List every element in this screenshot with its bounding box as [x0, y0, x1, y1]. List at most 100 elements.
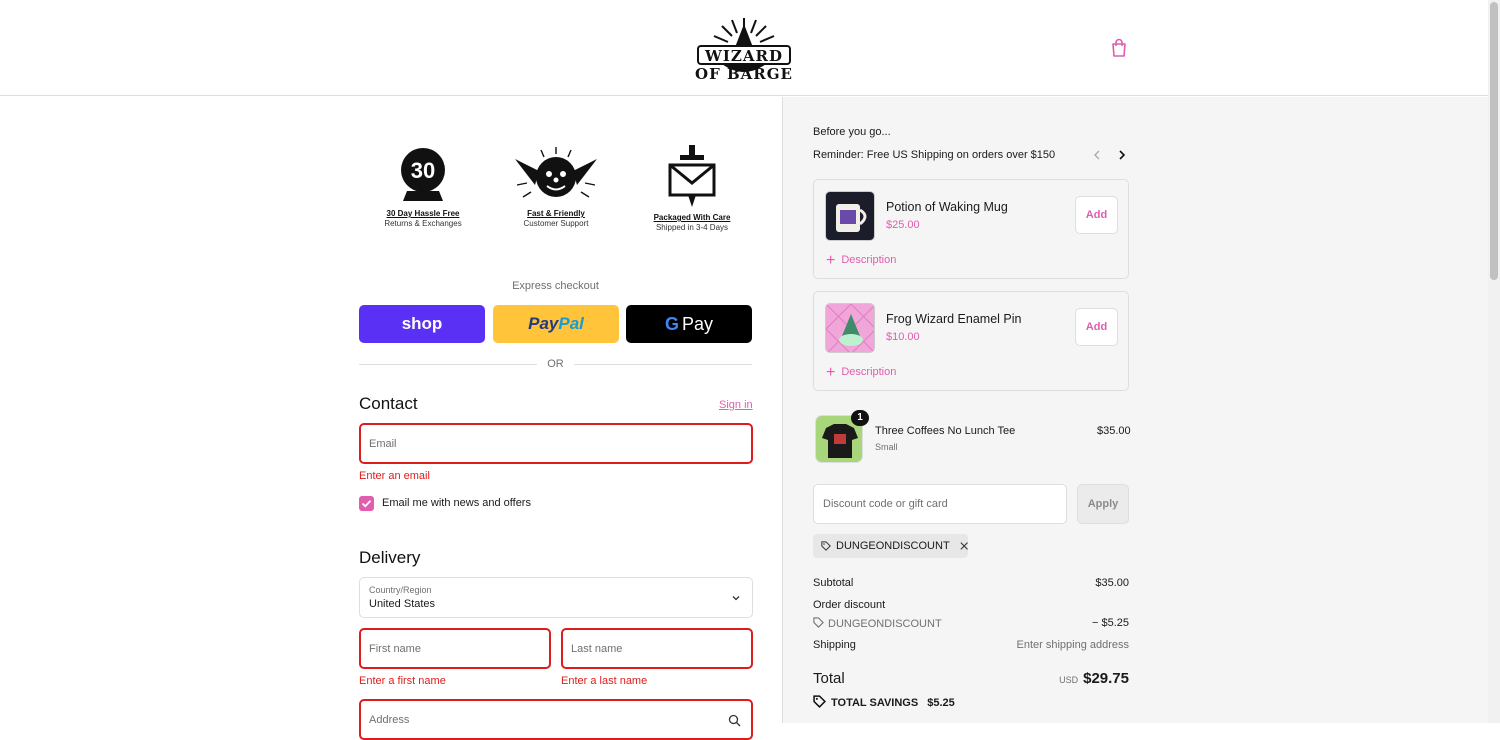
description-toggle[interactable]: + Description: [826, 252, 896, 270]
plus-icon: +: [826, 252, 836, 269]
chevron-left-icon[interactable]: [1091, 149, 1103, 161]
shopping-bag-icon[interactable]: [1110, 38, 1128, 58]
apply-button[interactable]: Apply: [1077, 484, 1129, 524]
sign-in-link[interactable]: Sign in: [719, 399, 753, 411]
email-field[interactable]: Email: [359, 423, 753, 464]
last-name-error: Enter a last name: [561, 675, 648, 687]
savings-label: TOTAL SAVINGS: [831, 697, 919, 709]
country-label: Country/Region: [369, 585, 432, 595]
first-name-field[interactable]: First name: [359, 628, 551, 669]
address-field[interactable]: Address: [359, 699, 753, 740]
savings-amount: $5.25: [927, 697, 955, 709]
badge-number: 30: [411, 158, 435, 183]
badge-title: 30 Day Hassle Free: [386, 209, 460, 218]
google-pay-button[interactable]: G Pay: [626, 305, 752, 343]
upsell-card: Potion of Waking Mug $25.00 Add + Descrip…: [813, 179, 1129, 279]
description-label: Description: [841, 254, 897, 266]
logo-text: WIZARD OF BARGE: [695, 47, 793, 83]
sword-envelope-icon: [668, 145, 716, 207]
paypal-label: PayPal: [528, 314, 584, 333]
google-pay-label: Pay: [681, 313, 714, 334]
divider-line-right: [574, 364, 752, 365]
quantity-badge: 1: [851, 410, 869, 426]
cart-item-name: Three Coffees No Lunch Tee: [875, 425, 1016, 437]
checkmark-icon: [361, 500, 372, 508]
cart-item-variant: Small: [875, 442, 898, 452]
add-upsell-button[interactable]: Add: [1075, 196, 1118, 234]
or-divider: OR: [359, 357, 752, 373]
subtotal-row: Subtotal $35.00: [813, 577, 1129, 589]
upsell-card: Frog Wizard Enamel Pin $10.00 Add + Descr…: [813, 291, 1129, 391]
upsell-name: Potion of Waking Mug: [886, 200, 1008, 214]
country-value: United States: [369, 598, 436, 610]
email-placeholder: Email: [369, 437, 397, 450]
site-header: WIZARD OF BARGE: [0, 0, 1488, 96]
discount-code-input[interactable]: Discount code or gift card: [813, 484, 1067, 524]
checkout-form-column: 30 30 Day Hassle Free Returns & Exchange…: [0, 97, 782, 740]
badge-title: Packaged With Care: [653, 213, 731, 222]
order-discount-row: Order discount: [813, 599, 1129, 611]
total-label: Total: [813, 670, 845, 687]
discount-code-label: DUNGEONDISCOUNT: [828, 618, 942, 630]
scrollbar-thumb[interactable]: [1490, 2, 1498, 280]
contact-heading: Contact: [359, 394, 418, 413]
shop-pay-label: shop: [401, 314, 443, 333]
shop-pay-button[interactable]: shop: [359, 305, 485, 343]
upsell-price: $10.00: [886, 331, 920, 343]
before-you-go-heading: Before you go...: [813, 126, 891, 138]
order-discount-label: Order discount: [813, 599, 886, 611]
plus-icon: +: [826, 364, 836, 381]
upsell-name: Frog Wizard Enamel Pin: [886, 312, 1022, 326]
subtotal-label: Subtotal: [813, 577, 854, 589]
tag-icon: [813, 695, 826, 708]
tag-icon: [813, 617, 824, 628]
paypal-button[interactable]: PayPal: [493, 305, 619, 343]
newsletter-label: Email me with news and offers: [382, 497, 531, 509]
google-g-icon: G: [664, 313, 679, 334]
badge-title: Fast & Friendly: [527, 209, 585, 218]
description-label: Description: [841, 366, 897, 378]
page-scrollbar[interactable]: [1488, 0, 1500, 723]
support-badge: Fast & Friendly Customer Support: [501, 145, 611, 228]
subtotal-value: $35.00: [1095, 577, 1129, 589]
shipping-value: Enter shipping address: [1016, 639, 1129, 651]
newsletter-checkbox[interactable]: [359, 496, 374, 511]
shipping-row: Shipping Enter shipping address: [813, 639, 1129, 651]
chevron-down-icon: [732, 596, 740, 601]
store-logo[interactable]: WIZARD OF BARGE: [692, 16, 796, 83]
address-placeholder: Address: [369, 713, 410, 726]
express-checkout-label: Express checkout: [512, 280, 599, 292]
currency-code: USD: [1059, 675, 1079, 685]
remove-discount-icon[interactable]: [960, 541, 968, 551]
enamel-pin-image: [825, 303, 875, 353]
description-toggle[interactable]: + Description: [826, 364, 896, 382]
total-savings-row: TOTAL SAVINGS $5.25: [813, 695, 1129, 709]
packaging-badge: Packaged With Care Shipped in 3-4 Days: [637, 145, 747, 232]
applied-discount-tag: DUNGEONDISCOUNT: [813, 534, 968, 558]
first-name-error: Enter a first name: [359, 675, 446, 687]
tag-icon: [821, 541, 831, 551]
discount-placeholder: Discount code or gift card: [823, 498, 948, 510]
total-amount: $29.75: [1083, 670, 1129, 687]
email-error: Enter an email: [359, 470, 430, 482]
total-row: Total USD $29.75: [813, 670, 1129, 687]
applied-code: DUNGEONDISCOUNT: [836, 540, 950, 552]
cart-item-price: $35.00: [1097, 425, 1131, 437]
upsell-price: $25.00: [886, 219, 920, 231]
crystal-ball-icon: 30: [401, 148, 445, 201]
discount-code-row: DUNGEONDISCOUNT − $5.25: [813, 617, 1129, 630]
last-name-field[interactable]: Last name: [561, 628, 753, 669]
chevron-right-icon[interactable]: [1116, 149, 1128, 161]
returns-badge: 30 30 Day Hassle Free Returns & Exchange…: [368, 145, 478, 228]
search-icon: [728, 714, 741, 727]
discount-amount: − $5.25: [1091, 617, 1129, 629]
order-summary-column: Before you go... Reminder: Free US Shipp…: [782, 97, 1488, 723]
goblin-face-icon: [515, 147, 597, 198]
shipping-reminder: Reminder: Free US Shipping on orders ove…: [813, 149, 1056, 161]
total-amount-wrap: USD $29.75: [1059, 670, 1129, 687]
mug-image: [825, 191, 875, 241]
last-name-placeholder: Last name: [571, 642, 623, 655]
badge-subtitle: Customer Support: [523, 219, 589, 228]
add-upsell-button[interactable]: Add: [1075, 308, 1118, 346]
country-select[interactable]: Country/Region United States: [359, 577, 753, 618]
